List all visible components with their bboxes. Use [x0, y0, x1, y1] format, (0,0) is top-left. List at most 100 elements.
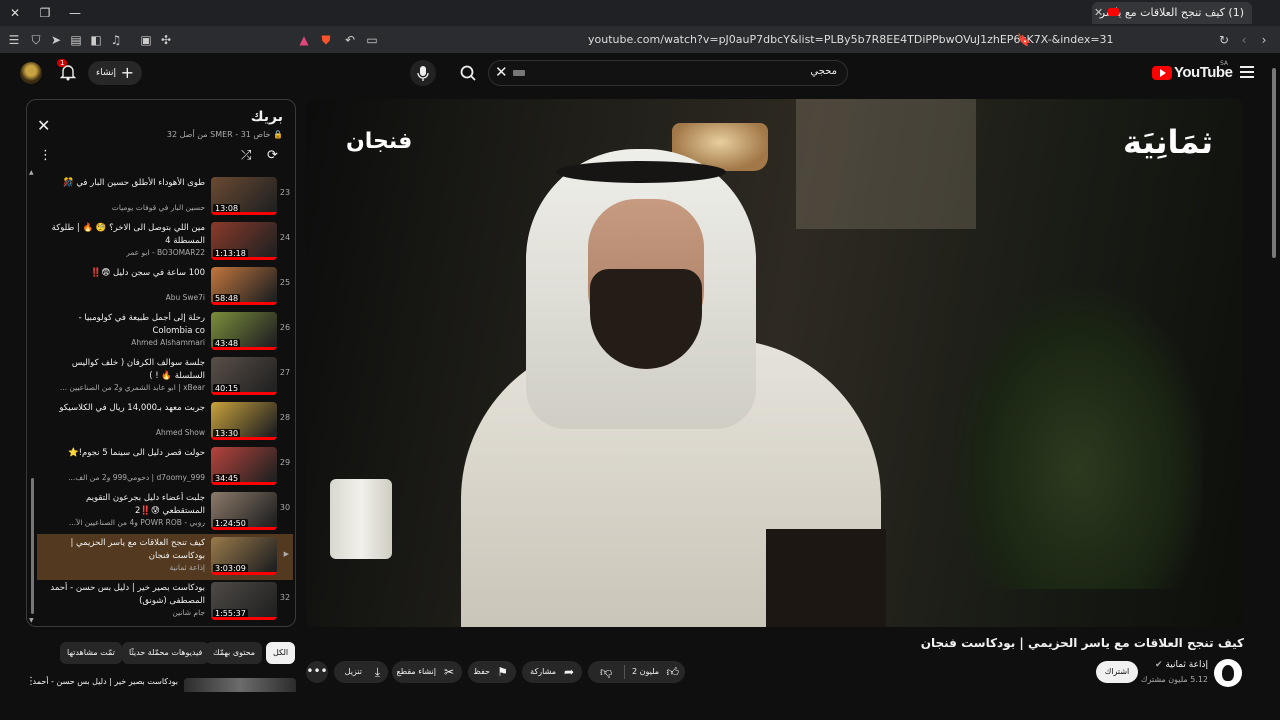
chip-for-you[interactable]: محتوى بهمّك: [206, 642, 263, 664]
sidebar-menu-icon[interactable]: ☰: [6, 32, 22, 48]
item-title[interactable]: رحلة إلى أجمل طبيعة في كولومبيا - Colomb…: [43, 312, 205, 338]
item-thumbnail[interactable]: 3:03:09: [211, 537, 277, 575]
sidebar-toggle-icon[interactable]: ◧: [88, 32, 104, 48]
download-button[interactable]: ⤓ تنزيل: [334, 661, 388, 683]
restore-window-icon[interactable]: ❐: [36, 4, 54, 22]
item-thumbnail[interactable]: 58:48: [211, 267, 277, 305]
channel-name[interactable]: إذاعة ثمانية ✔: [1155, 660, 1208, 670]
chip-all[interactable]: الكل: [266, 642, 296, 664]
scroll-down-arrow-icon[interactable]: ▼: [29, 617, 34, 624]
thumbs-down-icon[interactable]: 👎︎: [600, 661, 612, 683]
video-player[interactable]: فنجان ثمَانِيَة: [306, 99, 1243, 627]
chip-recently-uploaded[interactable]: فيديوهات محمّلة حديثًا: [122, 642, 210, 664]
playlist-item[interactable]: 29 34:45 حولت قصر دليل الى سينما 5 نجوم!⭐ d…: [37, 444, 293, 490]
verified-icon: ✔: [1155, 660, 1163, 670]
avatar[interactable]: [20, 62, 42, 84]
clip-label: إنشاء مقطع: [396, 667, 436, 676]
item-title[interactable]: جلبت أعضاء دليل بجرعون التقويم المستقطعي…: [43, 492, 205, 518]
clear-search-icon[interactable]: ✕: [495, 63, 508, 81]
keyboard-icon[interactable]: [513, 70, 525, 76]
voice-search-button[interactable]: [410, 60, 436, 86]
item-number: 26: [279, 323, 291, 332]
search-box[interactable]: محجي ✕: [488, 60, 848, 86]
loop-icon[interactable]: ⟳: [267, 148, 278, 163]
item-thumbnail[interactable]: 1:13:18: [211, 222, 277, 260]
playlist-more-icon[interactable]: ⋮: [39, 148, 52, 163]
screenshot-icon[interactable]: ▣: [138, 32, 154, 48]
send-icon[interactable]: ➤: [48, 32, 64, 48]
back-icon[interactable]: ‹: [1236, 32, 1252, 48]
item-title[interactable]: 100 ساعة في سجن دليل 😨‼️: [43, 267, 205, 280]
search-button[interactable]: [452, 60, 486, 86]
item-title[interactable]: طوى الأهوداء الأطلق حسين البار في 🎊: [43, 177, 205, 190]
watch-progress-bar: [211, 572, 277, 575]
item-title[interactable]: حولت قصر دليل الى سينما 5 نجوم!⭐: [43, 447, 205, 460]
item-thumbnail[interactable]: 43:48: [211, 312, 277, 350]
reload-icon[interactable]: ↻: [1216, 32, 1232, 48]
playlist-scrollbar[interactable]: [31, 478, 34, 614]
playlist-item[interactable]: ▶ 3:03:09 كيف تنجح العلاقات مع ياسر الحزيم…: [37, 534, 293, 580]
share-button[interactable]: ➦ مشاركة: [522, 661, 582, 683]
close-window-icon[interactable]: ✕: [6, 4, 24, 22]
youtube-logo[interactable]: YouTube SA: [1152, 60, 1233, 82]
item-thumbnail[interactable]: 13:30: [211, 402, 277, 440]
playlist-item[interactable]: 26 43:48 رحلة إلى أجمل طبيعة في كولومبيا -…: [37, 309, 293, 355]
recommendation-more-icon[interactable]: ⋮: [26, 676, 36, 687]
close-playlist-icon[interactable]: ✕: [37, 116, 50, 135]
next-recommendation[interactable]: بودكاست بصير خير | دليل بس حسن - أحمد ⋮: [20, 676, 296, 692]
browser-tab[interactable]: (1) كيف تنجح العلاقات مع ياسر ✕: [1092, 2, 1252, 24]
shield-icon[interactable]: ⛉: [28, 32, 44, 48]
item-title[interactable]: جلسة سوالف الكرفان ( خلف كواليس السلسلة …: [43, 357, 205, 383]
item-number: 29: [279, 458, 291, 467]
like-count[interactable]: 2 مليون: [632, 661, 659, 683]
more-actions-button[interactable]: •••: [306, 661, 328, 683]
subscribe-button[interactable]: اشتراك: [1096, 661, 1138, 683]
playlist-item[interactable]: 27 40:15 جلسة سوالف الكرفان ( خلف كواليس ا…: [37, 354, 293, 400]
bookmark-icon[interactable]: 🔖: [1016, 32, 1032, 48]
item-title[interactable]: جربت معهد بـ14,000 ريال في الكلاسيكو: [43, 402, 205, 415]
notifications-button[interactable]: 1: [57, 59, 76, 81]
shuffle-icon[interactable]: ⤮: [241, 148, 251, 163]
item-thumbnail[interactable]: 34:45: [211, 447, 277, 485]
forward-icon[interactable]: ›: [1256, 32, 1272, 48]
watch-progress-bar: [211, 392, 277, 395]
item-thumbnail[interactable]: 40:15: [211, 357, 277, 395]
playlist-item[interactable]: 25 58:48 100 ساعة في سجن دليل 😨‼️ Abu Swe7i: [37, 264, 293, 310]
playlist-item[interactable]: 28 13:30 جربت معهد بـ14,000 ريال في الكلاس…: [37, 399, 293, 445]
item-thumbnail[interactable]: 1:55:37: [211, 582, 277, 620]
menu-icon[interactable]: [1240, 66, 1254, 78]
extensions-icon[interactable]: ✣: [158, 32, 174, 48]
item-thumbnail[interactable]: 1:24:50: [211, 492, 277, 530]
cast-icon[interactable]: ▭: [364, 32, 380, 48]
playlist-item[interactable]: 24 1:13:18 مين اللي بتوصل الى الاخر؟ 🧐 🔥 |…: [37, 219, 293, 265]
playlist-title[interactable]: بريك: [251, 109, 283, 125]
brave-rewards-icon[interactable]: ▲: [296, 32, 312, 48]
item-title[interactable]: بودكاست بصير خير | دليل بس حسن - أحمد ال…: [43, 582, 205, 608]
playlist-panel: بريك 🔒 خاص SMER - 31 من أصل 32 ✕ ⋮ ⤮ ⟳ ▲…: [26, 99, 296, 627]
item-thumbnail[interactable]: 13:08: [211, 177, 277, 215]
url-address[interactable]: youtube.com/watch?v=pJ0auP7dbcY&list=PLB…: [588, 33, 1114, 46]
channel-avatar[interactable]: [1214, 659, 1242, 687]
undo-icon[interactable]: ↶: [342, 32, 358, 48]
scroll-up-arrow-icon[interactable]: ▲: [29, 169, 34, 176]
clip-button[interactable]: ✂ إنشاء مقطع: [392, 661, 462, 683]
tabs-icon[interactable]: ▤: [68, 32, 84, 48]
thumbs-up-icon[interactable]: 👍︎: [666, 661, 679, 683]
tab-close-icon[interactable]: ✕: [1094, 2, 1103, 24]
item-title[interactable]: كيف تنجح العلاقات مع ياسر الحزيمي | بودك…: [43, 537, 205, 563]
page-scrollbar[interactable]: [1271, 60, 1277, 680]
playlist-item[interactable]: 23 13:08 طوى الأهوداء الأطلق حسين البار في…: [37, 174, 293, 220]
save-button[interactable]: ⚑ حفظ: [468, 661, 516, 683]
create-label: إنشاء: [96, 68, 117, 78]
create-button[interactable]: إنشاء +: [88, 61, 142, 85]
brave-shields-icon[interactable]: ⛊: [318, 32, 334, 48]
chip-watched[interactable]: تمّت مشاهدتها: [60, 642, 122, 664]
playlist-item[interactable]: 32 1:55:37 بودكاست بصير خير | دليل بس حسن …: [37, 579, 293, 625]
item-title[interactable]: مين اللي بتوصل الى الاخر؟ 🧐 🔥 | طلوكة ال…: [43, 222, 205, 248]
search-input[interactable]: محجي: [810, 66, 837, 77]
minimize-window-icon[interactable]: —: [66, 4, 84, 22]
playlist-item[interactable]: 30 1:24:50 جلبت أعضاء دليل بجرعون التقويم …: [37, 489, 293, 535]
watch-progress-bar: [211, 617, 277, 620]
music-icon[interactable]: ♫: [108, 32, 124, 48]
watch-progress-bar: [211, 437, 277, 440]
